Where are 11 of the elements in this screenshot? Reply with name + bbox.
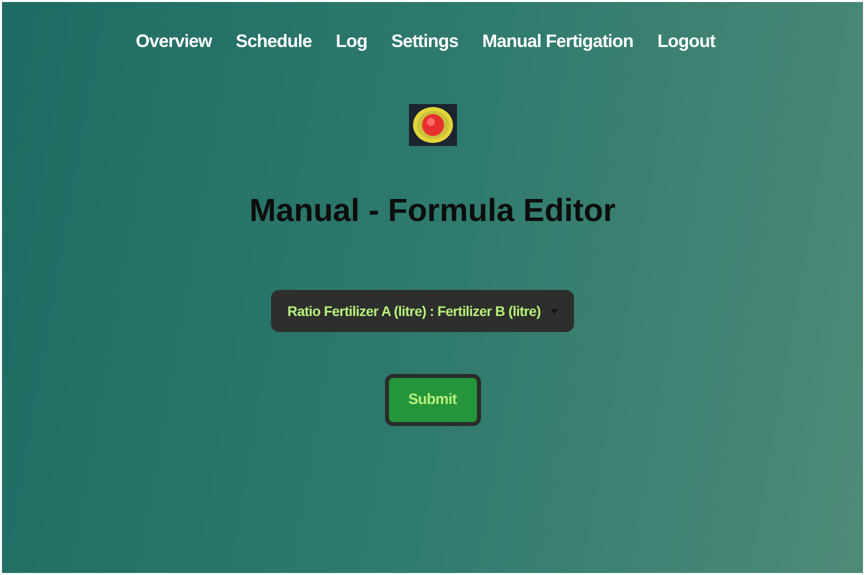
nav-link[interactable]: Settings: [391, 30, 458, 52]
page-title: Manual - Formula Editor: [249, 191, 616, 230]
status-light-icon: [408, 104, 456, 146]
caret-icon: [550, 308, 558, 314]
nav-link[interactable]: Schedule: [236, 30, 312, 52]
nav-link[interactable]: Log: [336, 30, 368, 52]
submit-button[interactable]: Submit: [384, 374, 480, 426]
formula-select[interactable]: Ratio Fertilizer A (litre) : Fertilizer B (litre): [271, 290, 574, 332]
nav-link[interactable]: Logout: [657, 30, 716, 52]
nav-link[interactable]: Overview: [136, 30, 212, 52]
nav-link[interactable]: Manual Fertigation: [482, 30, 634, 52]
